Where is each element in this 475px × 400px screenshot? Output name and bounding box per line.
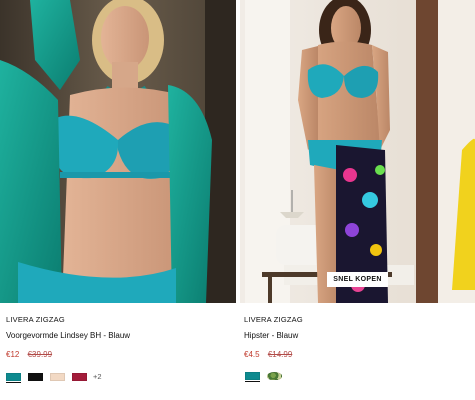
swatch-teal[interactable] bbox=[245, 372, 260, 382]
swatch-nude[interactable] bbox=[50, 372, 65, 381]
product-price: €4.5 €14.99 bbox=[244, 350, 292, 359]
original-price: €39.99 bbox=[27, 350, 53, 359]
quick-buy-button[interactable]: SNEL KOPEN bbox=[327, 272, 388, 287]
product-image-2[interactable]: SNEL KOPEN bbox=[240, 0, 475, 303]
product-price: €12 €39.99 bbox=[6, 350, 52, 359]
swatch-burgundy[interactable] bbox=[72, 372, 87, 381]
product-brand[interactable]: LIVERA ZIGZAG bbox=[6, 315, 65, 324]
product-title[interactable]: Voorgevormde Lindsey BH - Blauw bbox=[6, 331, 130, 340]
swatch-black[interactable] bbox=[28, 372, 43, 381]
sale-price: €12 bbox=[6, 350, 20, 359]
color-swatches bbox=[245, 372, 289, 382]
product-image-1[interactable] bbox=[0, 0, 236, 303]
product-brand[interactable]: LIVERA ZIGZAG bbox=[244, 315, 303, 324]
product-card-2[interactable]: SNEL KOPEN LIVERA ZIGZAG Hipster - Blauw… bbox=[240, 0, 475, 400]
color-swatches: +2 bbox=[6, 372, 102, 383]
product-grid: LIVERA ZIGZAG Voorgevormde Lindsey BH - … bbox=[0, 0, 475, 400]
swatch-teal[interactable] bbox=[6, 372, 21, 383]
swatch-pattern[interactable] bbox=[267, 372, 282, 380]
product-photo-bra-model bbox=[0, 0, 236, 303]
product-photo-hipster-model bbox=[240, 0, 475, 303]
product-title[interactable]: Hipster - Blauw bbox=[244, 331, 298, 340]
more-colors-count[interactable]: +2 bbox=[93, 372, 102, 381]
product-card-1[interactable]: LIVERA ZIGZAG Voorgevormde Lindsey BH - … bbox=[0, 0, 236, 400]
sale-price: €4.5 bbox=[244, 350, 260, 359]
original-price: €14.99 bbox=[267, 350, 293, 359]
